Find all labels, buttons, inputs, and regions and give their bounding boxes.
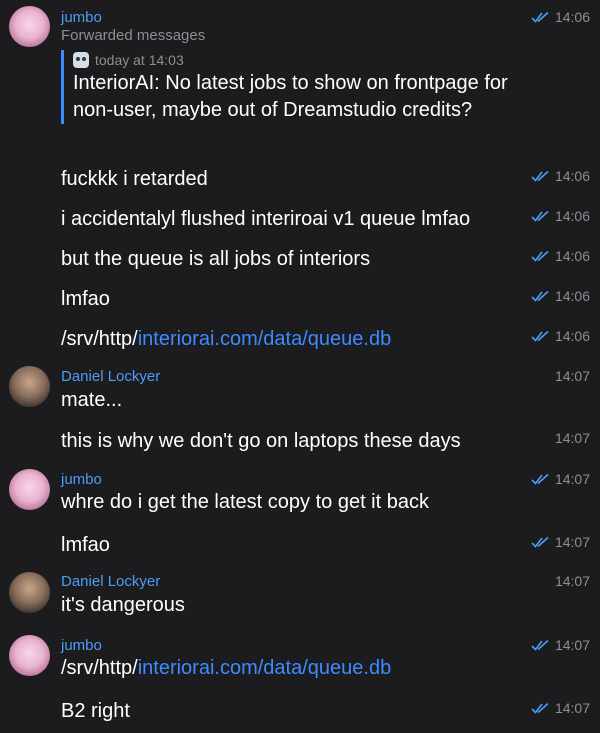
message-text: whre do i get the latest copy to get it … xyxy=(61,491,429,513)
double-check-icon xyxy=(531,330,549,342)
double-check-icon xyxy=(531,536,549,548)
message-text: mate... xyxy=(61,389,123,411)
message-meta: 14:06 xyxy=(531,9,590,25)
message-time: 14:07 xyxy=(554,430,590,446)
message-meta: 14:06 xyxy=(531,288,590,304)
message-meta: 14:07 xyxy=(531,700,590,716)
chat-history: jumbo Forwarded messages 14:06 today at … xyxy=(0,0,600,733)
message-text: B2 right xyxy=(61,700,130,722)
avatar-daniel[interactable] xyxy=(9,572,50,613)
message-time: 14:06 xyxy=(554,288,590,304)
message-time: 14:06 xyxy=(554,328,590,344)
message-meta: 14:06 xyxy=(531,248,590,264)
message-link[interactable]: interiorai.com/data/queue.db xyxy=(138,657,392,679)
message-time: 14:06 xyxy=(554,9,590,25)
message-forwarded[interactable]: jumbo Forwarded messages 14:06 today at … xyxy=(0,0,600,165)
message-text: /srv/http/interiorai.com/data/queue.db xyxy=(61,327,391,351)
message-text: it's dangerous xyxy=(61,594,185,616)
quote-text: InteriorAI: No latest jobs to show on fr… xyxy=(73,72,508,121)
message-time: 14:06 xyxy=(554,168,590,184)
message-time: 14:07 xyxy=(554,368,590,384)
bot-icon xyxy=(73,52,89,68)
double-check-icon xyxy=(531,11,549,23)
quote-time: today at 14:03 xyxy=(95,52,184,68)
avatar-jumbo[interactable] xyxy=(9,6,50,47)
message-text: /srv/http/interiorai.com/data/queue.db xyxy=(61,656,391,680)
double-check-icon xyxy=(531,210,549,222)
forwarded-quote[interactable]: today at 14:03 InteriorAI: No latest job… xyxy=(61,50,533,124)
sender-name[interactable]: jumbo xyxy=(61,9,102,26)
message-text: this is why we don't go on laptops these… xyxy=(61,430,461,452)
message-meta: 14:07 xyxy=(531,637,590,653)
message-time: 14:07 xyxy=(554,471,590,487)
sender-name[interactable]: jumbo xyxy=(61,637,102,654)
message-meta: 14:06 xyxy=(531,328,590,344)
message-text: fuckkk i retarded xyxy=(61,168,208,190)
message-link[interactable]: interiorai.com/data/queue.db xyxy=(138,328,392,350)
path-text: /srv/http/ xyxy=(61,657,138,679)
message-meta: 14:07 xyxy=(555,368,590,384)
message-time: 14:07 xyxy=(554,637,590,653)
avatar-jumbo[interactable] xyxy=(9,469,50,510)
sender-name[interactable]: jumbo xyxy=(61,471,102,488)
message-text: lmfao xyxy=(61,534,110,556)
message-meta: 14:07 xyxy=(531,534,590,550)
message-time: 14:06 xyxy=(554,208,590,224)
forwarded-label: Forwarded messages xyxy=(61,27,206,44)
message-meta: 14:07 xyxy=(531,471,590,487)
message-meta: 14:06 xyxy=(531,168,590,184)
double-check-icon xyxy=(531,250,549,262)
message-meta: 14:06 xyxy=(531,208,590,224)
message-text: i accidentalyl flushed interiroai v1 que… xyxy=(61,208,471,230)
sender-name[interactable]: Daniel Lockyer xyxy=(61,368,160,385)
message-meta: 14:07 xyxy=(555,573,590,589)
message-text: but the queue is all jobs of interiors xyxy=(61,248,371,270)
message-time: 14:07 xyxy=(554,534,590,550)
double-check-icon xyxy=(531,290,549,302)
message-time: 14:07 xyxy=(554,700,590,716)
double-check-icon xyxy=(531,473,549,485)
path-text: /srv/http/ xyxy=(61,328,138,350)
double-check-icon xyxy=(531,702,549,714)
double-check-icon xyxy=(531,639,549,651)
message-time: 14:07 xyxy=(554,573,590,589)
message-time: 14:06 xyxy=(554,248,590,264)
sender-name[interactable]: Daniel Lockyer xyxy=(61,573,160,590)
double-check-icon xyxy=(531,170,549,182)
avatar-jumbo[interactable] xyxy=(9,635,50,676)
message-text: lmfao xyxy=(61,288,110,310)
avatar-daniel[interactable] xyxy=(9,366,50,407)
message-meta: 14:07 xyxy=(555,430,590,446)
